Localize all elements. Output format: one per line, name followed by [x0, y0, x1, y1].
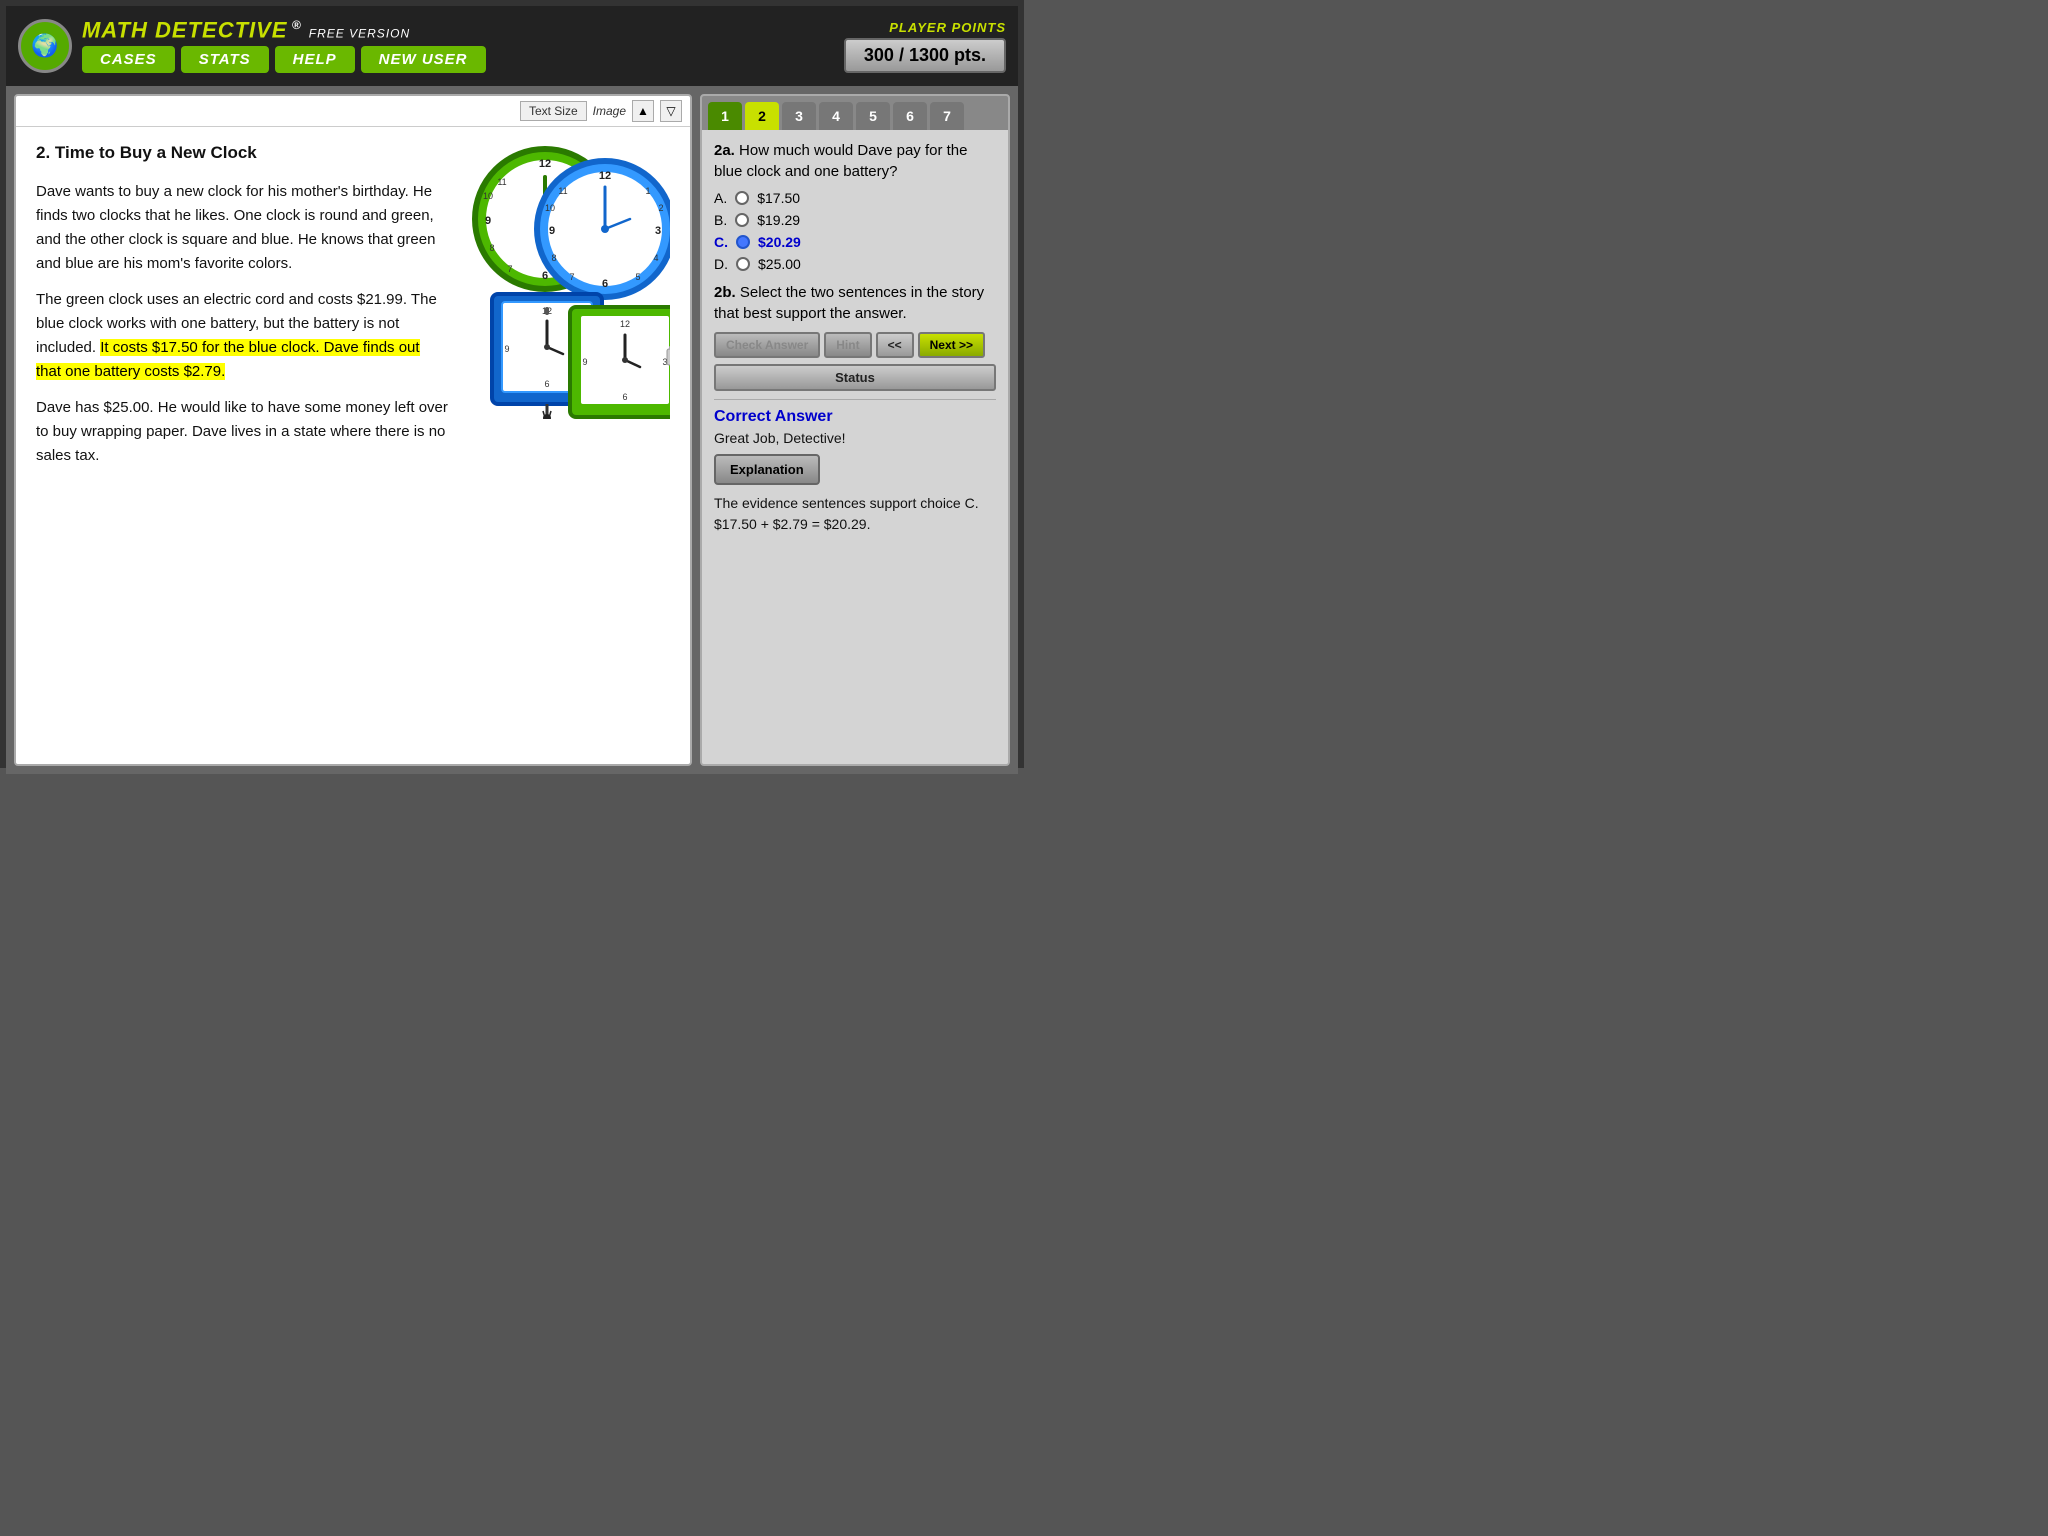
- svg-text:11: 11: [558, 186, 567, 196]
- option-d-value: $25.00: [758, 256, 801, 272]
- nav-buttons: CASES STATS HELP NEW USER: [82, 46, 486, 73]
- option-d-label: D.: [714, 256, 728, 272]
- tab-1[interactable]: 1: [708, 102, 742, 130]
- svg-text:10: 10: [545, 203, 555, 213]
- tab-4[interactable]: 4: [819, 102, 853, 130]
- svg-text:12: 12: [620, 319, 630, 329]
- image-increase-button[interactable]: ▲: [632, 100, 654, 122]
- svg-text:9: 9: [549, 225, 555, 237]
- story-title: 2. Time to Buy a New Clock: [36, 139, 448, 166]
- player-points-label: PLAYER POINTS: [844, 20, 1006, 35]
- story-paragraph-3: Dave has $25.00. He would like to have s…: [36, 396, 448, 468]
- option-a-value: $17.50: [757, 190, 800, 206]
- tab-2[interactable]: 2: [745, 102, 779, 130]
- option-b-value: $19.29: [757, 212, 800, 228]
- tab-5[interactable]: 5: [856, 102, 890, 130]
- question-tabs: 1 2 3 4 5 6 7: [702, 96, 1008, 130]
- svg-text:10: 10: [483, 191, 493, 201]
- question-2b-label: 2b. Select the two sentences in the stor…: [714, 282, 996, 324]
- player-points-area: PLAYER POINTS 300 / 1300 pts.: [844, 20, 1006, 73]
- option-c-radio[interactable]: [736, 235, 750, 249]
- check-answer-button[interactable]: Check Answer: [714, 332, 820, 358]
- header-left: 🌍 MATH DETECTIVE ® FREE VERSION CASES ST…: [18, 19, 486, 73]
- brand-title: MATH DETECTIVE ® FREE VERSION: [82, 19, 486, 41]
- clock-illustration: 12 3 6 9 1 2 4 5 7 8 10 11: [460, 139, 670, 752]
- tab-3[interactable]: 3: [782, 102, 816, 130]
- image-label: Image: [593, 104, 626, 118]
- option-c-label: C.: [714, 234, 728, 250]
- svg-text:6: 6: [602, 278, 608, 290]
- story-paragraph-1: Dave wants to buy a new clock for his mo…: [36, 180, 448, 276]
- option-c-value: $20.29: [758, 234, 801, 250]
- prev-button[interactable]: <<: [876, 332, 914, 358]
- svg-text:7: 7: [507, 264, 512, 274]
- svg-text:6: 6: [622, 392, 627, 402]
- svg-text:8: 8: [551, 253, 556, 263]
- brand-area: MATH DETECTIVE ® FREE VERSION CASES STAT…: [82, 19, 486, 72]
- text-size-label: Text Size: [520, 101, 587, 121]
- feedback-area: Correct Answer Great Job, Detective! Exp…: [714, 399, 996, 535]
- question-2a-text: How much would Dave pay for the blue clo…: [714, 142, 967, 180]
- story-paragraph-2: The green clock uses an electric cord an…: [36, 288, 448, 384]
- story-text: 2. Time to Buy a New Clock Dave wants to…: [36, 139, 448, 752]
- story-content: 2. Time to Buy a New Clock Dave wants to…: [16, 127, 690, 764]
- svg-text:9: 9: [485, 215, 491, 227]
- player-points-value: 300 / 1300 pts.: [844, 38, 1006, 73]
- option-b-label: B.: [714, 212, 727, 228]
- answer-controls: Check Answer Hint << Next >>: [714, 332, 996, 358]
- option-d[interactable]: D. $25.00: [714, 256, 996, 272]
- svg-text:8: 8: [489, 243, 494, 253]
- left-panel: Text Size Image ▲ ▽ 2. Time to Buy a New…: [14, 94, 692, 766]
- svg-text:12: 12: [539, 158, 551, 170]
- option-b[interactable]: B. $19.29: [714, 212, 996, 228]
- right-panel: 1 2 3 4 5 6 7 2a. How much would Dave pa…: [700, 94, 1010, 766]
- status-button[interactable]: Status: [714, 364, 996, 391]
- main-content: Text Size Image ▲ ▽ 2. Time to Buy a New…: [6, 86, 1018, 774]
- option-c[interactable]: C. $20.29: [714, 234, 996, 250]
- image-decrease-button[interactable]: ▽: [660, 100, 682, 122]
- svg-text:3: 3: [655, 225, 661, 237]
- header: 🌍 MATH DETECTIVE ® FREE VERSION CASES ST…: [6, 6, 1018, 86]
- svg-text:11: 11: [497, 177, 506, 187]
- explanation-button[interactable]: Explanation: [714, 454, 820, 485]
- text-size-bar: Text Size Image ▲ ▽: [16, 96, 690, 127]
- correct-answer-label: Correct Answer: [714, 408, 996, 426]
- tab-6[interactable]: 6: [893, 102, 927, 130]
- cases-button[interactable]: CASES: [82, 46, 175, 73]
- help-button[interactable]: HELP: [275, 46, 355, 73]
- hint-button[interactable]: Hint: [824, 332, 871, 358]
- stats-button[interactable]: STATS: [181, 46, 269, 73]
- question-2b-text: Select the two sentences in the story th…: [714, 284, 984, 322]
- option-a-label: A.: [714, 190, 727, 206]
- svg-text:9: 9: [582, 357, 587, 367]
- option-a-radio[interactable]: [735, 191, 749, 205]
- new-user-button[interactable]: NEW USER: [361, 46, 486, 73]
- question-area: 2a. How much would Dave pay for the blue…: [702, 130, 1008, 764]
- svg-text:5: 5: [635, 272, 640, 282]
- svg-text:6: 6: [544, 379, 549, 389]
- question-2a-prefix: 2a.: [714, 142, 735, 159]
- option-a[interactable]: A. $17.50: [714, 190, 996, 206]
- svg-text:9: 9: [504, 344, 509, 354]
- svg-text:1: 1: [645, 186, 650, 196]
- svg-text:4: 4: [653, 253, 658, 263]
- svg-text:12: 12: [599, 170, 611, 182]
- next-button[interactable]: Next >>: [918, 332, 985, 358]
- logo-icon: 🌍: [18, 19, 72, 73]
- clocks-svg: 12 3 6 9 1 2 4 5 7 8 10 11: [460, 139, 670, 419]
- great-job-text: Great Job, Detective!: [714, 430, 996, 446]
- svg-text:6: 6: [542, 270, 548, 282]
- option-b-radio[interactable]: [735, 213, 749, 227]
- svg-text:2: 2: [658, 203, 663, 213]
- explanation-text: The evidence sentences support choice C.…: [714, 493, 996, 535]
- option-d-radio[interactable]: [736, 257, 750, 271]
- svg-text:7: 7: [569, 272, 574, 282]
- question-2a-label: 2a. How much would Dave pay for the blue…: [714, 140, 996, 182]
- tab-7[interactable]: 7: [930, 102, 964, 130]
